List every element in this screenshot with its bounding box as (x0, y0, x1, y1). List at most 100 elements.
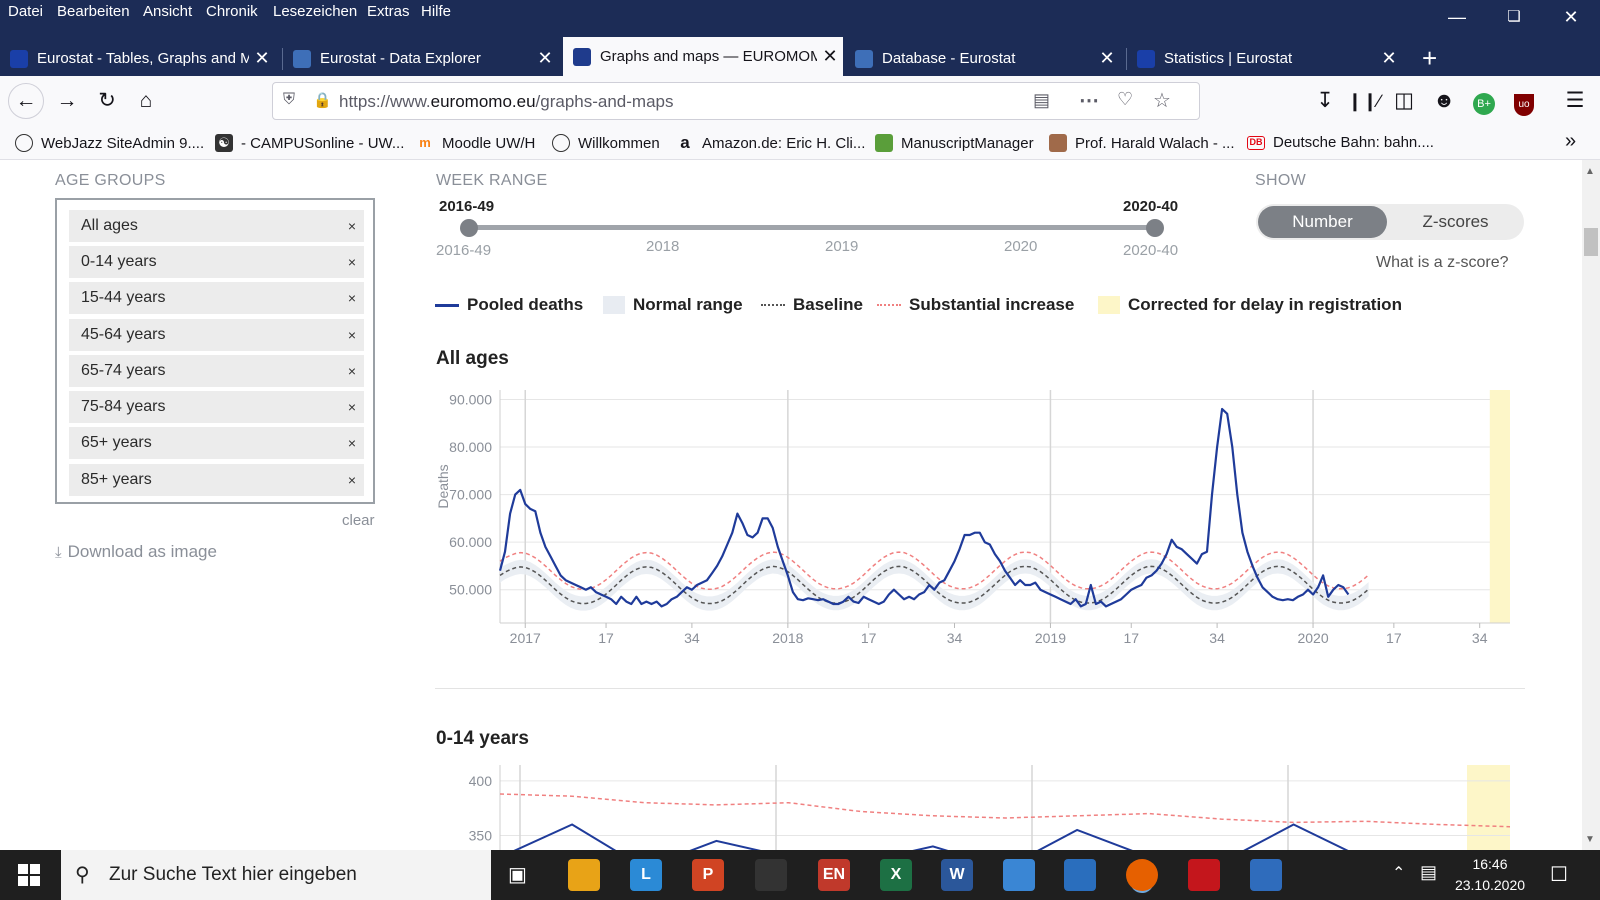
age-chip-all-ages[interactable]: All ages × (69, 210, 364, 242)
tab-database-eurostat[interactable]: Database - Eurostat ✕ (845, 41, 1120, 76)
taskbar-app-icon[interactable]: X (880, 859, 912, 891)
account-icon[interactable]: ☻ (1427, 84, 1461, 118)
scroll-down-icon[interactable]: ▼ (1585, 834, 1595, 845)
taskbar-app-icon[interactable]: W (941, 859, 973, 891)
remove-icon[interactable]: × (348, 210, 356, 242)
bookmark-campusonline[interactable]: ☯ - CAMPUSonline - UW... (215, 134, 404, 152)
remove-icon[interactable]: × (348, 319, 356, 351)
windows-start-icon[interactable] (18, 864, 40, 886)
bookmark-manuscriptmanager[interactable]: ManuscriptManager (875, 134, 1034, 152)
scrollbar-thumb[interactable] (1584, 228, 1598, 256)
legend-corrected-delay[interactable]: Corrected for delay in registration (1098, 295, 1402, 315)
taskbar-app-icon[interactable] (568, 859, 600, 891)
close-tab-icon[interactable]: ✕ (817, 46, 843, 67)
taskbar-app-icon[interactable] (755, 859, 787, 891)
bookmark-webjazz[interactable]: WebJazz SiteAdmin 9.... (15, 134, 204, 152)
reader-view-icon[interactable]: ▤ (1033, 90, 1050, 111)
tab-data-explorer[interactable]: Eurostat - Data Explorer ✕ (283, 41, 558, 76)
taskbar-app-icon[interactable]: EN (818, 859, 850, 891)
shield-icon[interactable]: ⛨ (283, 91, 295, 109)
menu-bearbeiten[interactable]: Bearbeiten (57, 3, 130, 20)
age-0-14-chart[interactable]: 400 350 (430, 765, 1520, 850)
legend-pooled-deaths[interactable]: Pooled deaths (435, 295, 583, 315)
clear-link[interactable]: clear (342, 512, 375, 529)
remove-icon[interactable]: × (348, 391, 356, 423)
notifications-icon[interactable]: ☐ (1550, 862, 1568, 887)
close-tab-icon[interactable]: ✕ (1094, 48, 1120, 69)
tab-euromomo-active[interactable]: Graphs and maps — EUROMOMO ✕ (563, 37, 843, 76)
age-chip-45-64[interactable]: 45-64 years × (69, 319, 364, 351)
week-range-track[interactable] (467, 225, 1154, 230)
range-start-handle[interactable] (460, 219, 478, 237)
age-chip-0-14[interactable]: 0-14 years × (69, 246, 364, 278)
new-tab-icon[interactable]: + (1412, 41, 1452, 76)
legend-normal-range[interactable]: Normal range (603, 295, 743, 315)
menu-hilfe[interactable]: Hilfe (421, 3, 451, 20)
downloads-icon[interactable]: ↧ (1308, 84, 1342, 118)
taskbar-app-icon[interactable]: L (630, 859, 662, 891)
forward-icon[interactable]: → (50, 84, 84, 118)
remove-icon[interactable]: × (348, 355, 356, 387)
toggle-zscores[interactable]: Z-scores (1387, 206, 1524, 238)
age-group-select[interactable]: All ages × 0-14 years × 15-44 years × 45-64… (55, 198, 375, 504)
hamburger-menu-icon[interactable]: ☰ (1558, 84, 1592, 118)
ublock-icon[interactable]: uo (1514, 94, 1534, 116)
bookmark-deutsche-bahn[interactable]: DB Deutsche Bahn: bahn.... (1247, 134, 1434, 151)
overflow-chevron-icon[interactable]: » (1565, 130, 1576, 153)
bookmark-moodle[interactable]: m Moodle UW/H (416, 134, 535, 152)
back-icon[interactable]: ← (8, 83, 44, 119)
library-icon[interactable]: ❙❙∕ (1347, 84, 1381, 118)
close-tab-icon[interactable]: ✕ (1376, 48, 1402, 69)
age-chip-65-74[interactable]: 65-74 years × (69, 355, 364, 387)
toggle-number[interactable]: Number (1258, 206, 1387, 238)
age-chip-75-84[interactable]: 75-84 years × (69, 391, 364, 423)
remove-icon[interactable]: × (348, 246, 356, 278)
bookmark-amazon[interactable]: a Amazon.de: Eric H. Cli... (676, 134, 865, 152)
close-tab-icon[interactable]: ✕ (532, 48, 558, 69)
remove-icon[interactable]: × (348, 282, 356, 314)
taskbar-app-icon[interactable] (1188, 859, 1220, 891)
menu-chronik[interactable]: Chronik (206, 3, 258, 20)
network-icon[interactable]: ▤ (1420, 862, 1437, 883)
legend-substantial-increase[interactable]: Substantial increase (877, 295, 1074, 315)
age-chip-85-plus[interactable]: 85+ years × (69, 464, 364, 496)
pocket-icon[interactable]: ♡ (1117, 89, 1133, 110)
task-view-icon[interactable]: ▣ (508, 862, 527, 887)
taskbar-clock[interactable]: 16:46 23.10.2020 (1440, 854, 1540, 896)
bookmark-harald-walach[interactable]: Prof. Harald Walach - ... (1049, 134, 1235, 152)
url-bar[interactable]: ⛨ 🔒 https://www.euromomo.eu/graphs-and-m… (272, 82, 1200, 120)
bookmark-willkommen[interactable]: Willkommen (552, 134, 660, 152)
taskbar-search-box[interactable]: ⚲ Zur Suche Text hier eingeben (61, 850, 491, 900)
menu-lesezeichen[interactable]: Lesezeichen (273, 3, 357, 20)
range-end-handle[interactable] (1146, 219, 1164, 237)
reload-icon[interactable]: ↻ (90, 84, 124, 118)
remove-icon[interactable]: × (348, 464, 356, 496)
tray-chevron-icon[interactable]: ⌃ (1392, 863, 1405, 883)
menu-datei[interactable]: Datei (8, 3, 43, 20)
page-scrollbar[interactable]: ▲ ▼ (1582, 160, 1600, 850)
scroll-up-icon[interactable]: ▲ (1585, 166, 1595, 177)
menu-ansicht[interactable]: Ansicht (143, 3, 192, 20)
taskbar-app-icon[interactable]: P (692, 859, 724, 891)
bookmark-star-icon[interactable]: ☆ (1153, 88, 1171, 113)
age-chip-15-44[interactable]: 15-44 years × (69, 282, 364, 314)
sidebar-icon[interactable]: ◫ (1387, 84, 1421, 118)
remove-icon[interactable]: × (348, 427, 356, 459)
taskbar-app-icon[interactable] (1064, 859, 1096, 891)
home-icon[interactable]: ⌂ (129, 84, 163, 118)
zscore-help-link[interactable]: What is a z-score? (1376, 254, 1508, 272)
tab-statistics-eurostat[interactable]: Statistics | Eurostat ✕ (1127, 41, 1402, 76)
extension-icon[interactable]: B+ (1473, 93, 1495, 115)
taskbar-app-icon[interactable] (1003, 859, 1035, 891)
menu-extras[interactable]: Extras (367, 3, 410, 20)
number-zscore-toggle[interactable]: Number Z-scores (1256, 204, 1524, 240)
more-actions-icon[interactable]: ⋯ (1079, 88, 1099, 113)
tab-eurostat-tables[interactable]: Eurostat - Tables, Graphs and M ✕ (0, 41, 275, 76)
legend-baseline[interactable]: Baseline (761, 295, 863, 315)
all-ages-chart[interactable]: 90.000 80.000 70.000 60.000 50.000 2017 17 34 20… (430, 385, 1520, 655)
age-chip-65-plus[interactable]: 65+ years × (69, 427, 364, 459)
taskbar-app-icon[interactable] (1250, 859, 1282, 891)
download-image-link[interactable]: ⤓ Download as image (55, 542, 217, 562)
close-tab-icon[interactable]: ✕ (249, 48, 275, 69)
taskbar-app-icon[interactable] (1126, 859, 1158, 891)
